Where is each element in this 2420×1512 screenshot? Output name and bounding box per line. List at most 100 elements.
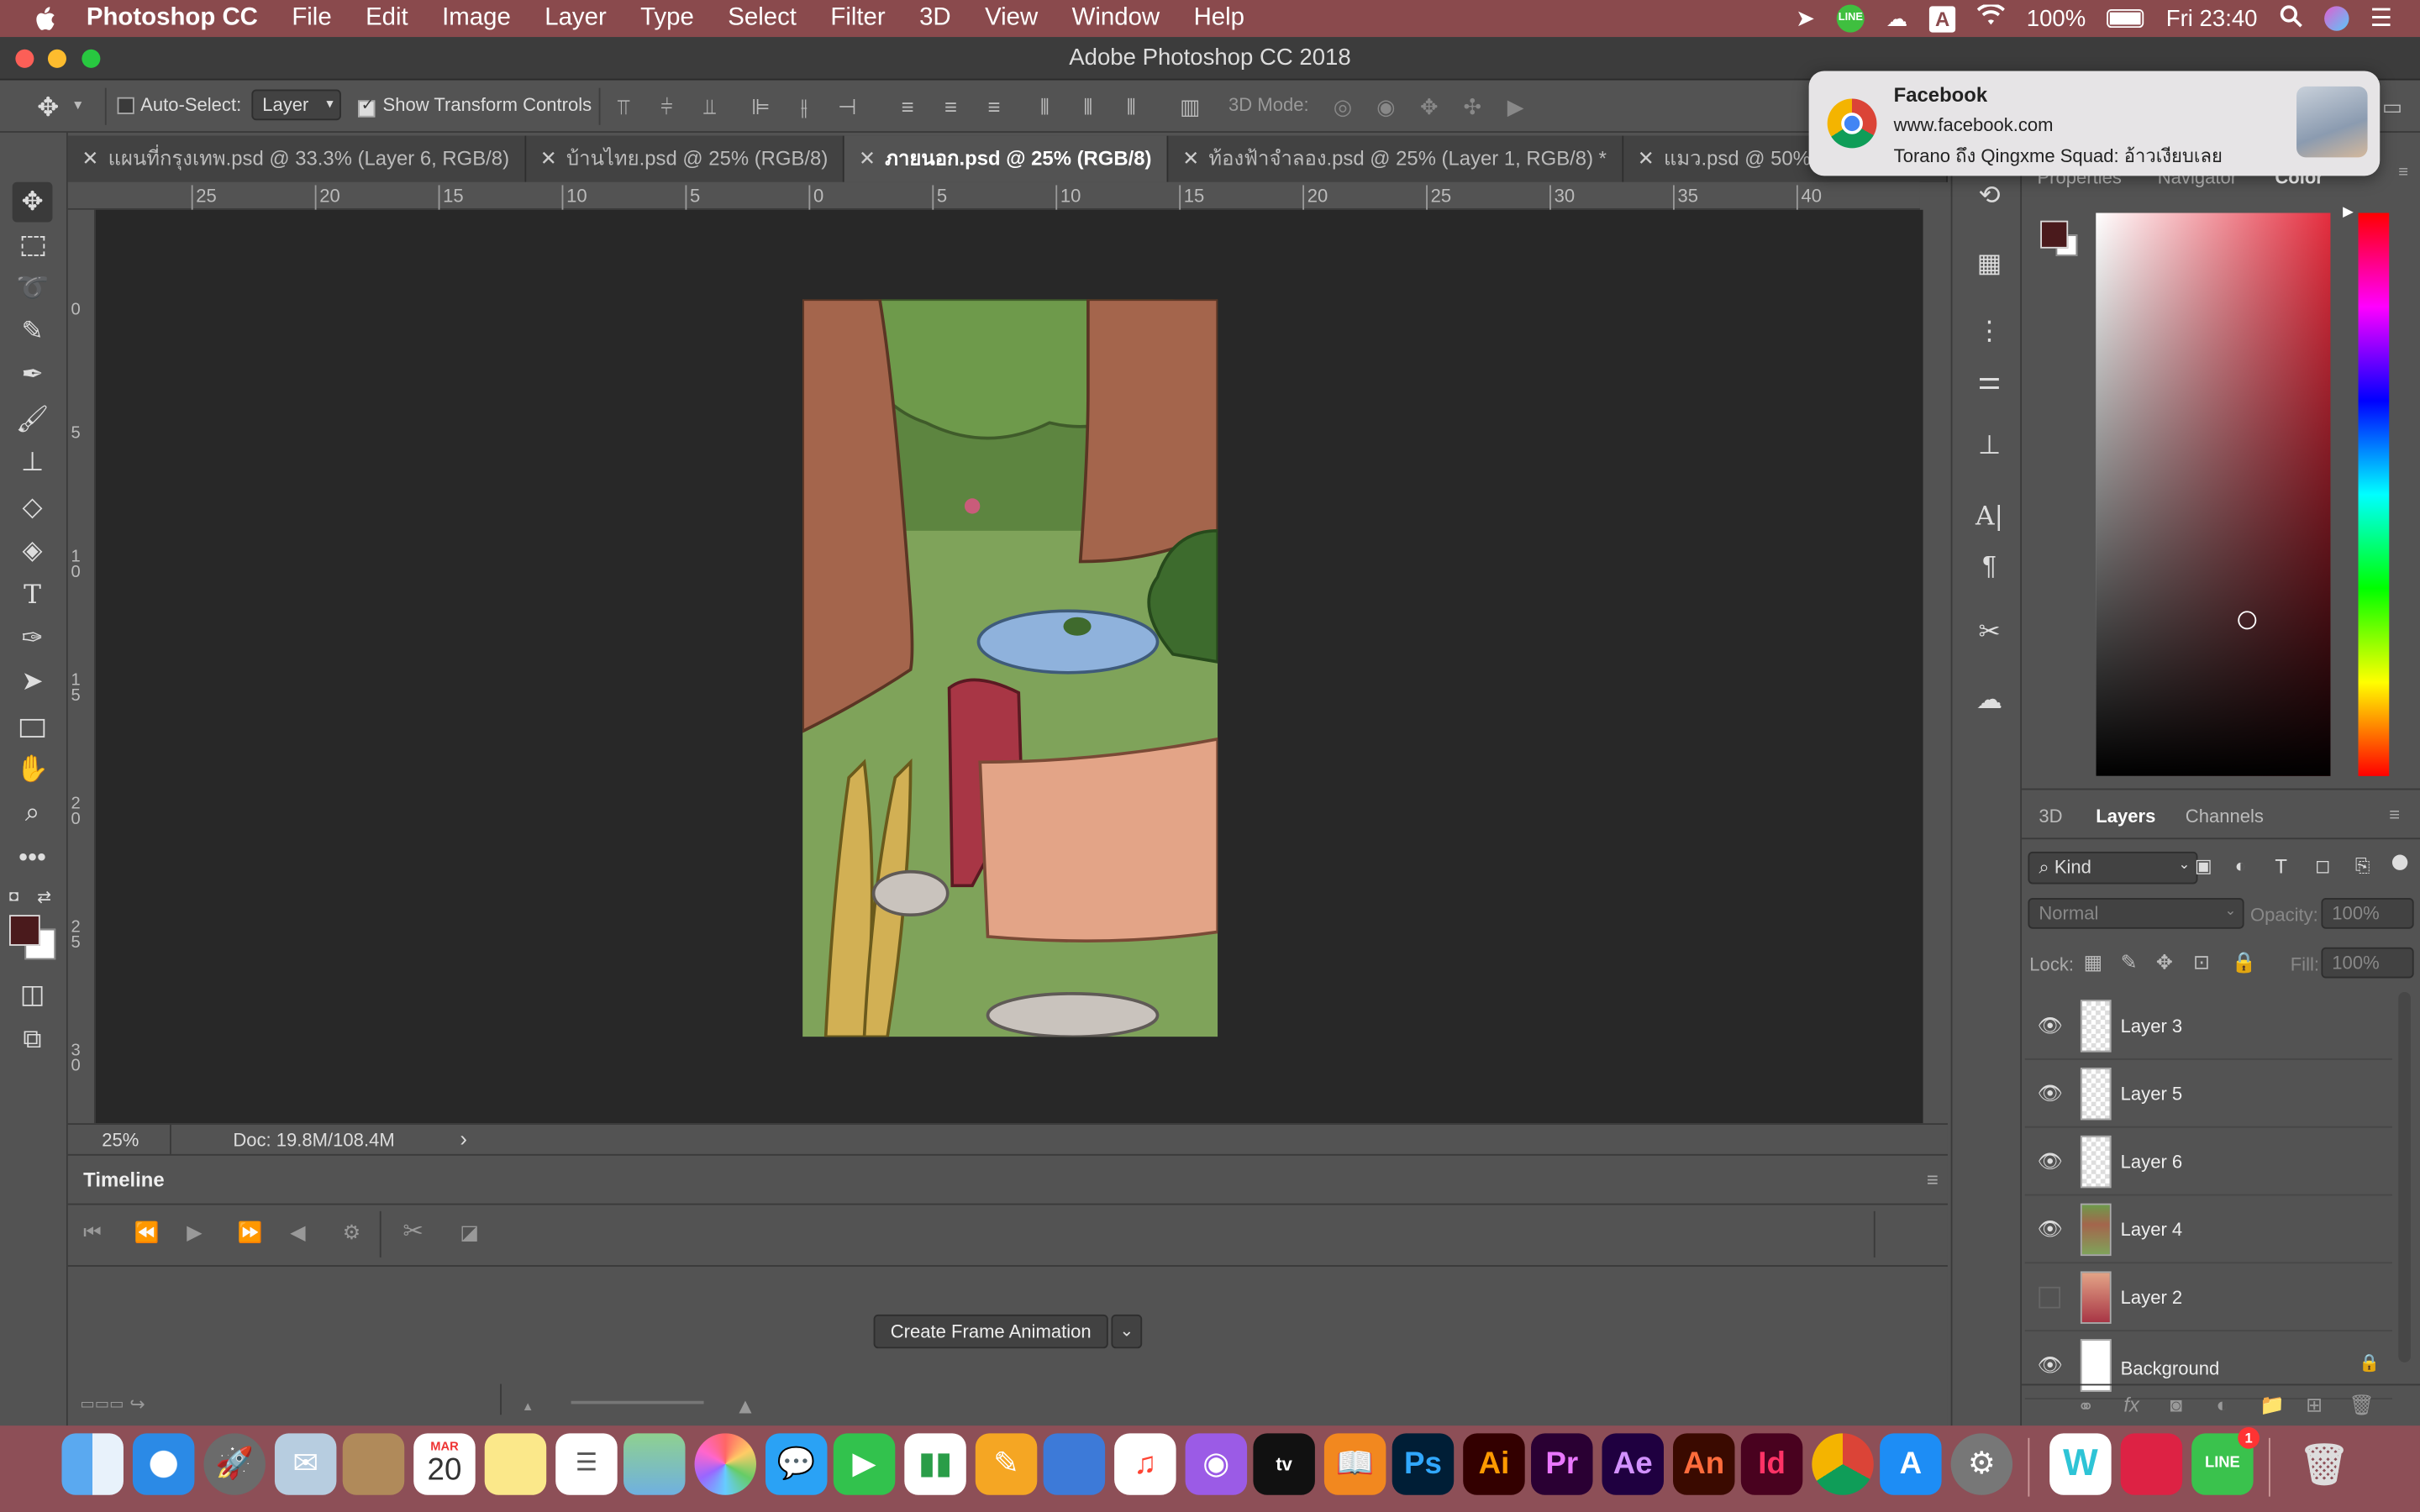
paint-bucket-tool-icon[interactable]: ◈	[13, 531, 53, 571]
app-menu[interactable]: Photoshop CC	[87, 5, 258, 33]
close-icon[interactable]: ✕	[1638, 136, 1655, 182]
blend-mode-dropdown[interactable]: Normal ⌄	[2028, 897, 2244, 929]
color-picker-cursor[interactable]	[2238, 611, 2257, 630]
maps-icon[interactable]	[623, 1433, 686, 1495]
play-icon[interactable]: ▶	[187, 1221, 202, 1245]
filter-type-icon[interactable]: T	[2275, 855, 2287, 879]
lock-position-icon[interactable]: ✥	[2156, 950, 2173, 974]
distribute-left-icon[interactable]: ⫴	[1033, 94, 1057, 118]
zoom-window-button[interactable]	[82, 49, 101, 68]
zoom-tool-icon[interactable]: ⌕	[13, 793, 53, 833]
3d-roll-icon[interactable]: ◉	[1374, 94, 1398, 118]
tab-document[interactable]: ✕ ท้องฟ้าจำลอง.psd @ 25% (Layer 1, RGB/8)…	[1168, 135, 1624, 182]
3d-drag-icon[interactable]: ✥	[1417, 94, 1441, 118]
screen-mode-icon[interactable]: ⧉	[13, 1020, 53, 1060]
contacts-icon[interactable]	[342, 1433, 405, 1495]
zoom-out-timeline-icon[interactable]: ▲	[522, 1399, 534, 1414]
move-tool-icon[interactable]: ✥	[12, 181, 53, 223]
brush-tool-icon[interactable]: 🖌	[13, 400, 53, 440]
type-tool-icon[interactable]: T	[13, 575, 53, 616]
notification-center-icon[interactable]: ☰	[2370, 3, 2392, 34]
visibility-eye-icon[interactable]: 👁	[2037, 1149, 2062, 1173]
adjustment-layer-icon[interactable]: ◐	[2217, 1394, 2228, 1417]
layer-row[interactable]: 👁 Layer 5	[2024, 1060, 2392, 1128]
new-layer-icon[interactable]: ⊞	[2306, 1394, 2323, 1418]
close-icon[interactable]: ✕	[540, 136, 557, 182]
creative-cloud-icon[interactable]: ☁	[1886, 5, 1908, 31]
auto-select-dropdown[interactable]: Layer ▾	[251, 89, 341, 121]
layer-filter-kind-dropdown[interactable]: ⌕ Kind ⌄	[2028, 851, 2198, 885]
align-right-icon[interactable]: ⊣	[835, 94, 860, 118]
filter-shape-icon[interactable]: ◻	[2315, 855, 2330, 877]
word-app-icon[interactable]: W	[2049, 1433, 2112, 1495]
layer-name[interactable]: Layer 2	[2121, 1287, 2183, 1309]
spotlight-search-icon[interactable]	[2279, 4, 2302, 34]
paragraph-icon[interactable]: ¶	[1972, 549, 2006, 583]
tab-document[interactable]: ✕ แผนที่กรุงเทพ.psd @ 33.3% (Layer 6, RGB…	[67, 135, 527, 182]
fx-icon[interactable]: fx	[2123, 1394, 2139, 1417]
rectangle-tool-icon[interactable]	[13, 706, 53, 747]
timeline-title[interactable]: Timeline	[83, 1168, 164, 1191]
location-icon[interactable]: ➤	[1796, 5, 1815, 33]
add-mask-icon[interactable]: ◙	[2170, 1394, 2181, 1417]
lock-artboard-icon[interactable]: ⊡	[2193, 950, 2210, 974]
layer-row[interactable]: 👁 Layer 3	[2024, 992, 2392, 1060]
launchpad-icon[interactable]: 🚀	[203, 1433, 266, 1495]
menu-view[interactable]: View	[985, 5, 1038, 33]
align-hcenter-icon[interactable]: ⫲	[792, 94, 816, 118]
apple-menu-icon[interactable]	[34, 6, 55, 30]
layer-row[interactable]: 👁 Layer 4	[2024, 1195, 2392, 1264]
mail-icon[interactable]: ✉	[274, 1433, 337, 1495]
3d-slide-icon[interactable]: ✣	[1460, 94, 1485, 118]
status-menu-arrow[interactable]: ›	[460, 1126, 467, 1151]
tab-document[interactable]: ✕ บ้านไทย.psd @ 25% (RGB/8)	[526, 135, 845, 182]
input-source-icon[interactable]: A	[1929, 5, 1956, 32]
chrome-icon[interactable]	[1812, 1433, 1874, 1495]
frame-view-icon[interactable]: ▭▭▭	[81, 1396, 124, 1413]
tab-channels[interactable]: Channels	[2186, 806, 2264, 827]
brush-settings-icon[interactable]: ⋮	[1972, 315, 2006, 349]
layers-scrollbar[interactable]	[2398, 992, 2411, 1362]
clone-source-icon[interactable]: ⊥	[1972, 429, 2006, 463]
layer-row[interactable]: Layer 2	[2024, 1263, 2392, 1332]
close-icon[interactable]: ✕	[82, 136, 98, 182]
hue-slider-marker[interactable]: ▶	[2343, 203, 2354, 220]
lasso-tool-icon[interactable]: ➰	[13, 269, 53, 309]
books-icon[interactable]: 📖	[1323, 1433, 1386, 1495]
distribute-vcenter-icon[interactable]: ≡	[939, 94, 963, 118]
menu-edit[interactable]: Edit	[366, 5, 408, 33]
history-icon[interactable]: ⟲	[1972, 179, 2006, 213]
siri-icon[interactable]	[2323, 6, 2349, 31]
show-transform-controls-checkbox[interactable]: ✓	[358, 97, 376, 118]
opacity-field[interactable]: 100%	[2321, 897, 2414, 929]
menu-file[interactable]: File	[292, 5, 331, 33]
previous-frame-icon[interactable]: ⏪	[134, 1221, 160, 1245]
menu-window[interactable]: Window	[1072, 5, 1160, 33]
filter-pixel-icon[interactable]: ▣	[2195, 855, 2212, 877]
system-preferences-icon[interactable]: ⚙	[1950, 1433, 2013, 1495]
libraries-icon[interactable]: ☁	[1972, 684, 2006, 717]
layer-row[interactable]: 👁 Layer 6	[2024, 1128, 2392, 1196]
timeline-mode-dropdown[interactable]: ⌄	[1111, 1314, 1143, 1349]
clock[interactable]: Fri 23:40	[2166, 5, 2258, 31]
menu-image[interactable]: Image	[442, 5, 511, 33]
zoom-level[interactable]: 25%	[102, 1129, 139, 1151]
distribute-top-icon[interactable]: ≡	[895, 94, 919, 118]
new-group-icon[interactable]: 📁	[2260, 1394, 2285, 1418]
premiere-icon[interactable]: Pr	[1531, 1433, 1593, 1495]
line-status-icon[interactable]: LINE	[1836, 4, 1865, 33]
eyedropper-tool-icon[interactable]: ✒	[13, 354, 53, 395]
link-layers-icon[interactable]: ⚭	[2077, 1394, 2094, 1419]
foreground-color-swatch[interactable]	[2040, 220, 2069, 249]
keynote-icon[interactable]	[1043, 1433, 1106, 1495]
lock-pixels-icon[interactable]: ✎	[2121, 950, 2138, 974]
transition-icon[interactable]: ◪	[460, 1221, 479, 1245]
convert-icon[interactable]: ↪	[129, 1394, 145, 1415]
distribute-right-icon[interactable]: ⫴	[1119, 94, 1144, 118]
distribute-bottom-icon[interactable]: ≡	[981, 94, 1006, 118]
layer-name[interactable]: Layer 4	[2121, 1219, 2183, 1241]
distribute-hcenter-icon[interactable]: ⫴	[1076, 94, 1100, 118]
create-frame-animation-button[interactable]: Create Frame Animation	[873, 1314, 1108, 1349]
filter-smart-object-icon[interactable]: ⎘	[2355, 855, 2370, 879]
line-app-icon[interactable]: LINE 1	[2191, 1426, 2260, 1495]
